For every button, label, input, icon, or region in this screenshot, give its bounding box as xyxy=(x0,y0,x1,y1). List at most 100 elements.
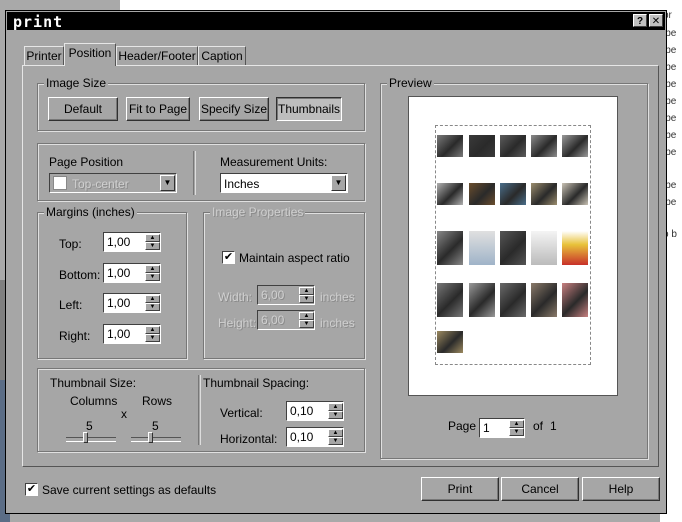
specify-size-button[interactable]: Specify Size xyxy=(199,97,269,121)
left-margin-input[interactable]: 1,00 ▲ ▼ xyxy=(103,293,161,313)
height-label: Height: xyxy=(218,316,257,330)
preview-thumbnail-image xyxy=(562,135,588,157)
preview-thumbnail-image xyxy=(437,231,463,265)
preview-thumbnail-image xyxy=(531,135,557,157)
spin-up-icon[interactable]: ▲ xyxy=(328,403,343,411)
thumbnail-size-label: Thumbnail Size: xyxy=(50,376,137,390)
width-value: 6,00 xyxy=(261,288,285,302)
preview-thumbnail-image xyxy=(437,283,463,317)
width-label: Width: xyxy=(218,290,253,304)
preview-thumbnail-image xyxy=(500,183,526,205)
preview-title: Preview xyxy=(387,76,434,90)
fit-to-page-label: Fit to Page xyxy=(128,102,188,116)
preview-thumbnail-image xyxy=(469,231,495,265)
help-button[interactable]: Help xyxy=(582,477,660,501)
print-button[interactable]: Print xyxy=(421,477,499,501)
dialog-title: print xyxy=(13,13,64,31)
position-swatch-icon xyxy=(53,176,67,190)
margins-title: Margins (inches) xyxy=(44,205,137,219)
spin-up-icon[interactable]: ▲ xyxy=(509,420,524,428)
height-value: 6,00 xyxy=(261,313,285,327)
spin-down-icon[interactable]: ▼ xyxy=(328,437,343,445)
print-dialog: print ? ✕ Printer Position Header/Footer… xyxy=(5,10,667,514)
measurement-units-select[interactable]: Inches ▼ xyxy=(220,173,348,193)
close-icon[interactable]: ✕ xyxy=(649,14,663,27)
times-sign: x xyxy=(121,407,127,421)
maintain-aspect-label: Maintain aspect ratio xyxy=(239,251,350,265)
horizontal-spacing-input[interactable]: 0,10 ▲ ▼ xyxy=(286,427,344,447)
rows-label: Rows xyxy=(142,394,173,408)
spin-down-icon[interactable]: ▼ xyxy=(328,411,343,419)
preview-thumbnail-image xyxy=(562,231,588,265)
help-icon[interactable]: ? xyxy=(633,14,647,27)
bottom-margin-input[interactable]: 1,00 ▲ ▼ xyxy=(103,263,161,283)
spin-up-icon[interactable]: ▲ xyxy=(145,295,160,303)
spin-down-icon[interactable]: ▼ xyxy=(145,242,160,250)
page-position-select[interactable]: Top-center ▼ xyxy=(49,173,177,193)
left-margin-label: Left: xyxy=(59,298,83,312)
spin-up-icon[interactable]: ▲ xyxy=(145,265,160,273)
default-size-label: Default xyxy=(63,102,103,116)
page-value: 1 xyxy=(483,421,490,435)
spin-down-icon[interactable]: ▼ xyxy=(509,428,524,436)
spin-down-icon[interactable]: ▼ xyxy=(145,334,160,342)
fit-to-page-button[interactable]: Fit to Page xyxy=(126,97,190,121)
page-total: 1 xyxy=(550,419,557,433)
right-margin-label: Right: xyxy=(59,329,91,343)
preview-thumbnail-image xyxy=(469,183,495,205)
spin-down-icon[interactable]: ▼ xyxy=(299,320,314,328)
spin-down-icon[interactable]: ▼ xyxy=(145,303,160,311)
measurement-units-label: Measurement Units: xyxy=(220,155,328,169)
columns-slider-track[interactable] xyxy=(66,437,116,442)
preview-thumbnail-image xyxy=(469,283,495,317)
default-size-button[interactable]: Default xyxy=(48,97,118,121)
preview-thumbnail-image xyxy=(500,231,526,265)
spin-up-icon[interactable]: ▲ xyxy=(145,326,160,334)
rows-slider-thumb[interactable] xyxy=(148,432,153,443)
chevron-down-icon[interactable]: ▼ xyxy=(160,175,175,191)
page-label: Page xyxy=(448,419,477,433)
background-window-strip xyxy=(120,0,660,10)
image-properties-title: Image Properties xyxy=(210,205,306,219)
tab-position[interactable]: Position xyxy=(64,43,116,66)
rows-slider-track[interactable] xyxy=(131,437,181,442)
spin-down-icon[interactable]: ▼ xyxy=(299,295,314,303)
height-unit: inches xyxy=(320,316,355,330)
top-margin-input[interactable]: 1,00 ▲ ▼ xyxy=(103,232,161,252)
chevron-down-icon[interactable]: ▼ xyxy=(331,175,346,191)
rows-value: 5 xyxy=(152,419,159,433)
left-margin-value: 1,00 xyxy=(107,296,131,310)
right-margin-value: 1,00 xyxy=(107,327,131,341)
bottom-margin-label: Bottom: xyxy=(59,268,101,282)
spin-up-icon[interactable]: ▲ xyxy=(299,287,314,295)
horizontal-spacing-value: 0,10 xyxy=(290,430,314,444)
specify-size-label: Specify Size xyxy=(200,102,268,116)
save-defaults-checkbox[interactable]: ✔ xyxy=(25,483,38,496)
right-margin-input[interactable]: 1,00 ▲ ▼ xyxy=(103,324,161,344)
tab-header-footer[interactable]: Header/Footer xyxy=(116,46,198,65)
tab-printer[interactable]: Printer xyxy=(24,46,64,65)
preview-thumbnail-image xyxy=(469,135,495,157)
save-defaults-label: Save current settings as defaults xyxy=(42,483,217,497)
columns-slider-thumb[interactable] xyxy=(83,432,88,443)
width-unit: inches xyxy=(320,290,355,304)
maintain-aspect-checkbox[interactable]: ✔ xyxy=(222,251,235,264)
title-bar[interactable]: print ? ✕ xyxy=(7,12,665,31)
spin-down-icon[interactable]: ▼ xyxy=(145,273,160,281)
height-input[interactable]: 6,00 ▲ ▼ xyxy=(257,310,315,330)
page-input[interactable]: 1 ▲ ▼ xyxy=(479,418,525,438)
group-divider xyxy=(193,151,196,195)
spin-up-icon[interactable]: ▲ xyxy=(328,429,343,437)
thumbnails-button[interactable]: Thumbnails xyxy=(276,97,342,121)
spin-up-icon[interactable]: ▲ xyxy=(145,234,160,242)
top-margin-label: Top: xyxy=(59,237,82,251)
cancel-button[interactable]: Cancel xyxy=(501,477,579,501)
vertical-spacing-input[interactable]: 0,10 ▲ ▼ xyxy=(286,401,344,421)
print-label: Print xyxy=(447,482,473,496)
width-input[interactable]: 6,00 ▲ ▼ xyxy=(257,285,315,305)
top-margin-value: 1,00 xyxy=(107,235,131,249)
spin-up-icon[interactable]: ▲ xyxy=(299,312,314,320)
tab-caption[interactable]: Caption xyxy=(198,46,246,65)
preview-thumbnail-image xyxy=(500,135,526,157)
preview-thumbnail-image xyxy=(562,283,588,317)
